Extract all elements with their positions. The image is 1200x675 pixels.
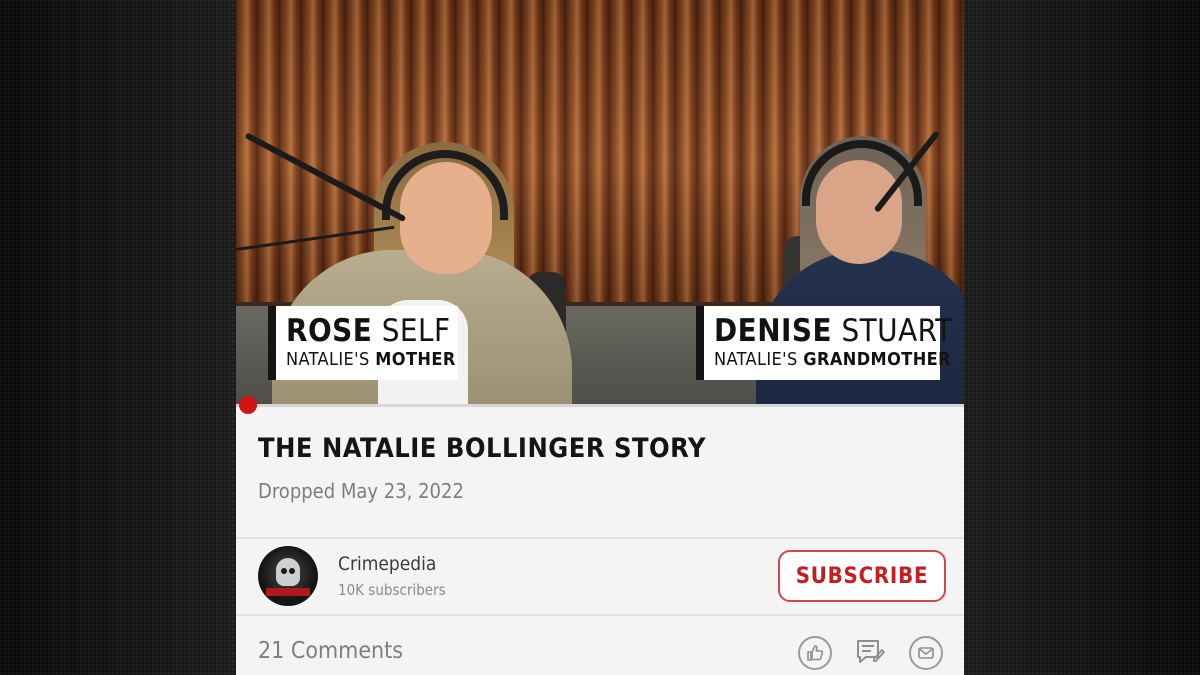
channel-logo-band (266, 588, 310, 596)
lower-third-denise: DENISE STUART NATALIE'S GRANDMOTHER (696, 306, 953, 380)
video-date: Dropped May 23, 2022 (258, 479, 464, 503)
divider (236, 537, 964, 539)
video-player[interactable]: ROSE SELF NATALIE'S MOTHER DENISE STUART… (236, 0, 964, 406)
channel-name[interactable]: Crimepedia (338, 553, 436, 575)
guest-name: DENISE STUART (714, 313, 953, 349)
guest-role: NATALIE'S GRANDMOTHER (714, 349, 951, 370)
guest-role: NATALIE'S MOTHER (286, 349, 456, 370)
lower-third-rose: ROSE SELF NATALIE'S MOTHER (268, 306, 458, 380)
progress-bar[interactable] (236, 404, 964, 407)
channel-avatar[interactable] (258, 546, 318, 606)
right-backdrop (964, 0, 1200, 675)
thumbs-up-icon[interactable] (798, 636, 832, 670)
phone-screen: ROSE SELF NATALIE'S MOTHER DENISE STUART… (236, 0, 964, 675)
subscribe-button[interactable]: SUBSCRIBE (778, 550, 946, 602)
subscriber-count: 10K subscribers (338, 581, 446, 599)
progress-scrubber[interactable] (239, 396, 257, 414)
comment-icon[interactable] (853, 636, 887, 670)
comments-count[interactable]: 21 Comments (258, 638, 403, 664)
guest-name: ROSE SELF (286, 313, 451, 349)
left-backdrop (0, 0, 236, 675)
divider (236, 614, 964, 616)
share-icon[interactable] (909, 636, 943, 670)
skull-logo-icon (276, 558, 300, 586)
video-title: THE NATALIE BOLLINGER STORY (258, 433, 707, 464)
